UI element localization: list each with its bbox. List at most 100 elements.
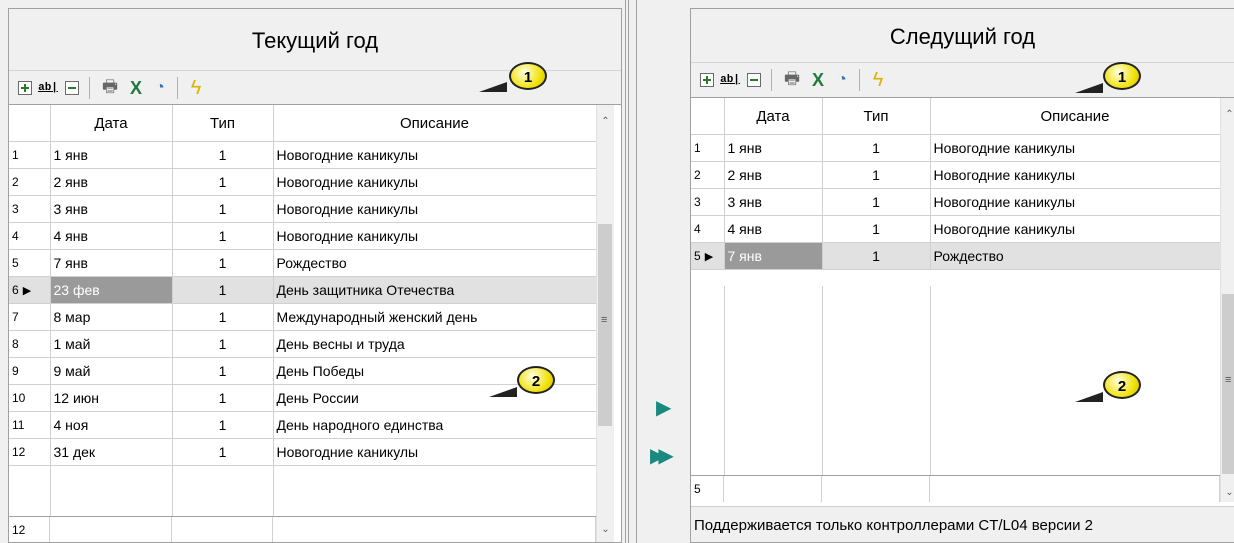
add-row-icon[interactable] <box>18 81 32 95</box>
delete-row-icon[interactable] <box>65 81 79 95</box>
edit-row-icon[interactable]: ab| <box>719 70 741 90</box>
edit-row-icon[interactable]: ab| <box>37 78 59 98</box>
scroll-down-icon[interactable]: ⌄ <box>1221 484 1234 501</box>
export-icon[interactable]: ◔ <box>149 78 171 98</box>
add-row-icon[interactable] <box>700 73 714 87</box>
table-row[interactable]: 3 3 янв 1 Новогодние каникулы <box>691 188 1221 216</box>
cell-description[interactable]: День народного единства <box>273 411 597 439</box>
column-header-description[interactable]: Описание <box>930 98 1221 135</box>
cell-type[interactable]: 1 <box>172 276 274 304</box>
column-header-date[interactable]: Дата <box>50 105 173 142</box>
cell-type[interactable]: 1 <box>172 141 274 169</box>
cell-date[interactable]: 1 май <box>50 330 173 358</box>
cell-date[interactable]: 3 янв <box>50 195 173 223</box>
table-row[interactable]: 4 4 янв 1 Новогодние каникулы <box>691 215 1221 243</box>
column-header-date[interactable]: Дата <box>724 98 823 135</box>
current-year-scrollbar[interactable]: ⌃ ≡ ⌄ <box>596 105 614 542</box>
next-year-scrollbar[interactable]: ⌃ ≡ ⌄ <box>1220 98 1234 502</box>
cell-date[interactable]: 8 мар <box>50 303 173 331</box>
table-header: Дата Тип Описание <box>691 98 1221 135</box>
cell-description[interactable]: Рождество <box>930 242 1221 270</box>
cell-date[interactable]: 7 янв <box>724 242 823 270</box>
footer-cell <box>822 476 930 502</box>
cell-date[interactable]: 4 ноя <box>50 411 173 439</box>
cell-date[interactable]: 1 янв <box>50 141 173 169</box>
cell-date[interactable]: 2 янв <box>50 168 173 196</box>
cell-date[interactable]: 1 янв <box>724 134 823 162</box>
cell-type[interactable]: 1 <box>172 411 274 439</box>
cell-description[interactable]: День защитника Отечества <box>273 276 597 304</box>
cell-type[interactable]: 1 <box>172 222 274 250</box>
print-icon[interactable]: 🖶 <box>781 69 803 90</box>
table-row[interactable]: 5 ▶ 7 янв 1 Рождество <box>691 242 1221 270</box>
cell-description[interactable]: Новогодние каникулы <box>273 222 597 250</box>
cell-date[interactable]: 7 янв <box>50 249 173 277</box>
cell-date[interactable]: 4 янв <box>724 215 823 243</box>
column-header-description[interactable]: Описание <box>273 105 597 142</box>
cell-type[interactable]: 1 <box>822 215 931 243</box>
cell-type[interactable]: 1 <box>172 438 274 466</box>
copy-all-icon[interactable]: ▶▶ <box>650 446 674 466</box>
cell-date[interactable]: 9 май <box>50 357 173 385</box>
column-header-type[interactable]: Тип <box>172 105 274 142</box>
cell-description[interactable]: Новогодние каникулы <box>930 161 1221 189</box>
cell-type[interactable]: 1 <box>172 384 274 412</box>
table-row[interactable]: 8 1 май 1 День весны и труда <box>9 330 597 358</box>
table-row[interactable]: 5 7 янв 1 Рождество <box>9 249 597 277</box>
cell-description[interactable]: Новогодние каникулы <box>273 141 597 169</box>
cell-date[interactable]: 31 дек <box>50 438 173 466</box>
excel-icon[interactable]: X <box>125 78 147 98</box>
empty-cell <box>273 492 597 518</box>
table-row[interactable]: 7 8 мар 1 Международный женский день <box>9 303 597 331</box>
table-row[interactable]: 2 2 янв 1 Новогодние каникулы <box>691 161 1221 189</box>
cell-description[interactable]: Новогодние каникулы <box>930 134 1221 162</box>
export-icon[interactable]: ◔ <box>831 70 853 90</box>
scroll-up-icon[interactable]: ⌃ <box>1221 106 1234 123</box>
table-row[interactable]: 11 янв 1 Новогодние каникулы <box>9 141 597 169</box>
excel-icon[interactable]: X <box>807 70 829 90</box>
cell-description[interactable]: Новогодние каникулы <box>273 168 597 196</box>
cell-type[interactable]: 1 <box>822 188 931 216</box>
cell-type[interactable]: 1 <box>172 330 274 358</box>
cell-description[interactable]: Новогодние каникулы <box>273 438 597 466</box>
cell-description[interactable]: Новогодние каникулы <box>273 195 597 223</box>
cell-date[interactable]: 23 фев <box>50 276 173 304</box>
table-header: Дата Тип Описание <box>9 105 597 142</box>
cell-type[interactable]: 1 <box>172 168 274 196</box>
print-icon[interactable]: 🖶 <box>99 77 121 98</box>
table-row[interactable]: 2 2 янв 1 Новогодние каникулы <box>9 168 597 196</box>
scroll-thumb[interactable]: ≡ <box>1222 294 1234 474</box>
table-row[interactable]: 6 ▶ 23 фев 1 День защитника Отечества <box>9 276 597 304</box>
cell-type[interactable]: 1 <box>822 242 931 270</box>
cell-date[interactable]: 12 июн <box>50 384 173 412</box>
cell-description[interactable]: Рождество <box>273 249 597 277</box>
lightning-icon[interactable]: ϟ <box>185 77 207 99</box>
copy-one-icon[interactable]: ▶ <box>656 398 671 418</box>
table-row[interactable]: 99 май 1 День Победы <box>9 357 597 385</box>
cell-type[interactable]: 1 <box>172 195 274 223</box>
table-row[interactable]: 3 3 янв 1 Новогодние каникулы <box>9 195 597 223</box>
cell-type[interactable]: 1 <box>172 249 274 277</box>
cell-description[interactable]: Международный женский день <box>273 303 597 331</box>
cell-description[interactable]: Новогодние каникулы <box>930 215 1221 243</box>
cell-type[interactable]: 1 <box>172 303 274 331</box>
table-row[interactable]: 11 янв 1 Новогодние каникулы <box>691 134 1221 162</box>
cell-description[interactable]: День весны и труда <box>273 330 597 358</box>
table-row[interactable]: 11 4 ноя 1 День народного единства <box>9 411 597 439</box>
scroll-up-icon[interactable]: ⌃ <box>597 113 614 130</box>
table-row[interactable]: 12 31 дек 1 Новогодние каникулы <box>9 438 597 466</box>
table-row[interactable]: 4 4 янв 1 Новогодние каникулы <box>9 222 597 250</box>
scroll-down-icon[interactable]: ⌄ <box>597 521 614 538</box>
column-header-type[interactable]: Тип <box>822 98 931 135</box>
cell-type[interactable]: 1 <box>822 161 931 189</box>
cell-date[interactable]: 4 янв <box>50 222 173 250</box>
delete-row-icon[interactable] <box>747 73 761 87</box>
cell-date[interactable]: 3 янв <box>724 188 823 216</box>
cell-date[interactable]: 2 янв <box>724 161 823 189</box>
cell-type[interactable]: 1 <box>822 134 931 162</box>
scroll-thumb[interactable]: ≡ <box>598 224 612 426</box>
cell-description[interactable]: Новогодние каникулы <box>930 188 1221 216</box>
lightning-icon[interactable]: ϟ <box>867 69 889 91</box>
cell-type[interactable]: 1 <box>172 357 274 385</box>
current-year-panel: Текущий год ab| 🖶 X ◔ ϟ Дата Тип Описани… <box>8 8 622 543</box>
